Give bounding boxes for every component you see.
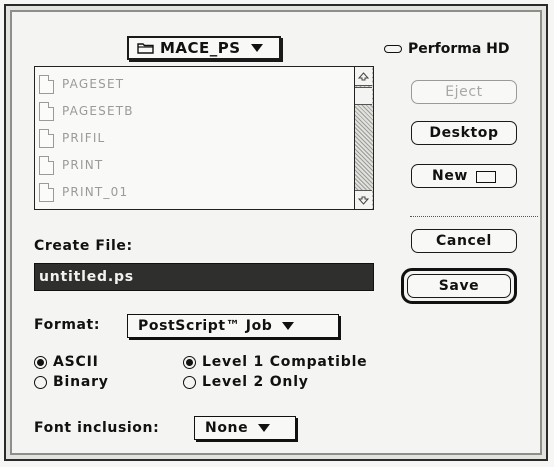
- desktop-label: Desktop: [429, 125, 499, 141]
- document-icon: [39, 128, 54, 148]
- font-inclusion-selected: None: [205, 420, 249, 436]
- font-inclusion-label: Font inclusion:: [34, 420, 160, 436]
- file-name: PRINT: [62, 158, 104, 172]
- scroll-thumb[interactable]: [355, 87, 372, 105]
- desktop-button[interactable]: Desktop: [411, 121, 517, 145]
- radio-button[interactable]: [34, 375, 47, 389]
- list-item[interactable]: PAGESETB: [39, 99, 349, 123]
- format-selected: PostScript™ Job: [138, 318, 273, 334]
- radio-selected-dot: [37, 358, 44, 366]
- radio-label: ASCII: [53, 354, 99, 370]
- file-name: PAGESETB: [62, 104, 134, 118]
- document-icon: [39, 182, 54, 202]
- radio-button[interactable]: [183, 355, 196, 369]
- divider: [410, 216, 538, 217]
- folder-popup-label: MACE_PS: [160, 39, 241, 57]
- save-button[interactable]: Save: [407, 274, 511, 298]
- format-popup[interactable]: PostScript™ Job: [127, 314, 339, 338]
- list-item[interactable]: PRIFIL: [39, 126, 349, 150]
- document-icon: [39, 74, 54, 94]
- list-item[interactable]: PRINT: [39, 153, 349, 177]
- cancel-label: Cancel: [436, 233, 492, 249]
- radio-label: Level 2 Only: [202, 374, 309, 390]
- file-list[interactable]: PAGESET PAGESETB PRIFIL PRINT PRINT_01: [34, 66, 374, 210]
- font-inclusion-popup[interactable]: None: [194, 416, 296, 440]
- scroll-up-arrow[interactable]: [355, 67, 372, 86]
- radio-ascii[interactable]: ASCII: [34, 354, 99, 370]
- document-icon: [39, 155, 54, 175]
- chevron-down-icon: [250, 44, 263, 52]
- radio-label: Level 1 Compatible: [202, 354, 368, 370]
- file-name: PRIFIL: [62, 131, 106, 145]
- radio-button[interactable]: [183, 375, 196, 389]
- filename-field[interactable]: untitled.ps: [34, 263, 374, 291]
- radio-level-2[interactable]: Level 2 Only: [183, 374, 309, 390]
- format-label: Format:: [34, 317, 101, 333]
- new-label: New: [432, 168, 468, 184]
- chevron-down-icon: [258, 424, 271, 432]
- eject-button[interactable]: Eject: [411, 80, 517, 104]
- list-item[interactable]: PRINT_01: [39, 180, 349, 204]
- disk-name: Performa HD: [384, 41, 510, 57]
- folder-icon: [137, 43, 154, 54]
- file-name: PRINT_01: [62, 185, 129, 199]
- folder-popup[interactable]: MACE_PS: [127, 36, 281, 60]
- vertical-scrollbar[interactable]: [354, 67, 373, 209]
- disk-label: Performa HD: [408, 41, 510, 57]
- radio-selected-dot: [186, 358, 193, 366]
- save-label: Save: [438, 278, 480, 294]
- arrow-up-icon: [358, 71, 369, 80]
- cancel-button[interactable]: Cancel: [411, 229, 517, 253]
- scroll-down-arrow[interactable]: [355, 190, 372, 209]
- radio-level-1[interactable]: Level 1 Compatible: [183, 354, 367, 370]
- file-name: PAGESET: [62, 77, 125, 91]
- document-icon: [39, 101, 54, 121]
- folder-icon: [475, 171, 496, 183]
- chevron-down-icon: [282, 322, 295, 330]
- arrow-down-icon: [358, 196, 369, 205]
- hard-disk-icon: [384, 45, 402, 53]
- create-file-label: Create File:: [34, 238, 133, 254]
- radio-label: Binary: [53, 374, 109, 390]
- radio-binary[interactable]: Binary: [34, 374, 109, 390]
- eject-label: Eject: [445, 84, 483, 100]
- list-item[interactable]: PAGESET: [39, 72, 349, 96]
- radio-button[interactable]: [34, 355, 47, 369]
- filename-value: untitled.ps: [39, 269, 134, 285]
- new-folder-button[interactable]: New: [411, 164, 517, 188]
